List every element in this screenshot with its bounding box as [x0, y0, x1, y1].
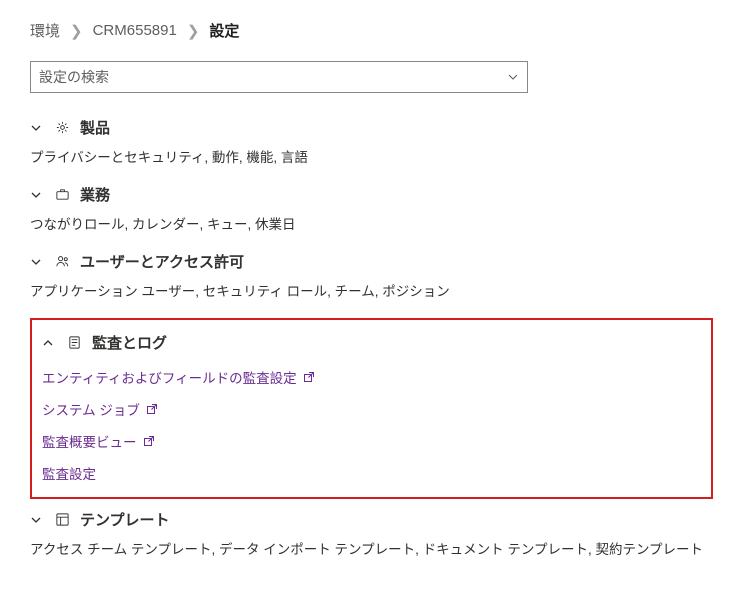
people-icon [54, 254, 70, 269]
audit-link-summary-view[interactable]: 監査概要ビュー [42, 431, 701, 451]
section-subtext: つながりロール, カレンダー, キュー, 休業日 [30, 213, 713, 233]
clipboard-icon [66, 335, 82, 350]
section-title: テンプレート [80, 509, 170, 530]
section-users: ユーザーとアクセス許可 アプリケーション ユーザー, セキュリティ ロール, チ… [30, 251, 713, 300]
chevron-down-icon [30, 514, 44, 526]
audit-link-entity-field[interactable]: エンティティおよびフィールドの監査設定 [42, 367, 701, 387]
chevron-right-icon: ❯ [70, 22, 83, 40]
link-label[interactable]: システム ジョブ [42, 399, 140, 419]
chevron-down-icon [30, 122, 44, 134]
section-header-users[interactable]: ユーザーとアクセス許可 [30, 251, 713, 272]
audit-link-system-jobs[interactable]: システム ジョブ [42, 399, 701, 419]
section-header-templates[interactable]: テンプレート [30, 509, 713, 530]
open-new-tab-icon [146, 403, 158, 415]
open-new-tab-icon [303, 371, 315, 383]
gear-icon [54, 120, 70, 135]
section-business: 業務 つながりロール, カレンダー, キュー, 休業日 [30, 184, 713, 233]
section-title: 業務 [80, 184, 110, 205]
briefcase-icon [54, 187, 70, 202]
section-templates: テンプレート アクセス チーム テンプレート, データ インポート テンプレート… [30, 509, 713, 558]
breadcrumb-environment[interactable]: 環境 [30, 20, 60, 41]
section-header-audit[interactable]: 監査とログ [42, 332, 701, 353]
section-audit-highlighted: 監査とログ エンティティおよびフィールドの監査設定 システム ジョブ 監査概要ビ… [30, 318, 713, 499]
chevron-up-icon [42, 337, 56, 349]
section-title: ユーザーとアクセス許可 [80, 251, 244, 272]
section-title: 監査とログ [92, 332, 167, 353]
section-product: 製品 プライバシーとセキュリティ, 動作, 機能, 言語 [30, 117, 713, 166]
chevron-down-icon [30, 256, 44, 268]
chevron-right-icon: ❯ [187, 22, 200, 40]
link-label[interactable]: 監査設定 [42, 463, 96, 483]
link-label[interactable]: エンティティおよびフィールドの監査設定 [42, 367, 297, 387]
section-header-business[interactable]: 業務 [30, 184, 713, 205]
section-subtext: プライバシーとセキュリティ, 動作, 機能, 言語 [30, 146, 713, 166]
section-header-product[interactable]: 製品 [30, 117, 713, 138]
open-new-tab-icon [143, 435, 155, 447]
breadcrumb-crm[interactable]: CRM655891 [93, 22, 177, 39]
search-box[interactable] [30, 61, 528, 93]
breadcrumb-settings: 設定 [209, 20, 239, 41]
chevron-down-icon [30, 189, 44, 201]
audit-links: エンティティおよびフィールドの監査設定 システム ジョブ 監査概要ビュー 監査設… [42, 367, 701, 483]
chevron-down-icon[interactable] [507, 71, 519, 83]
breadcrumb: 環境 ❯ CRM655891 ❯ 設定 [30, 20, 713, 41]
link-label[interactable]: 監査概要ビュー [42, 431, 137, 451]
template-icon [54, 512, 70, 527]
section-subtext: アクセス チーム テンプレート, データ インポート テンプレート, ドキュメン… [30, 538, 713, 558]
section-subtext: アプリケーション ユーザー, セキュリティ ロール, チーム, ポジション [30, 280, 713, 300]
audit-link-settings[interactable]: 監査設定 [42, 463, 701, 483]
section-title: 製品 [80, 117, 110, 138]
search-input[interactable] [39, 69, 507, 85]
